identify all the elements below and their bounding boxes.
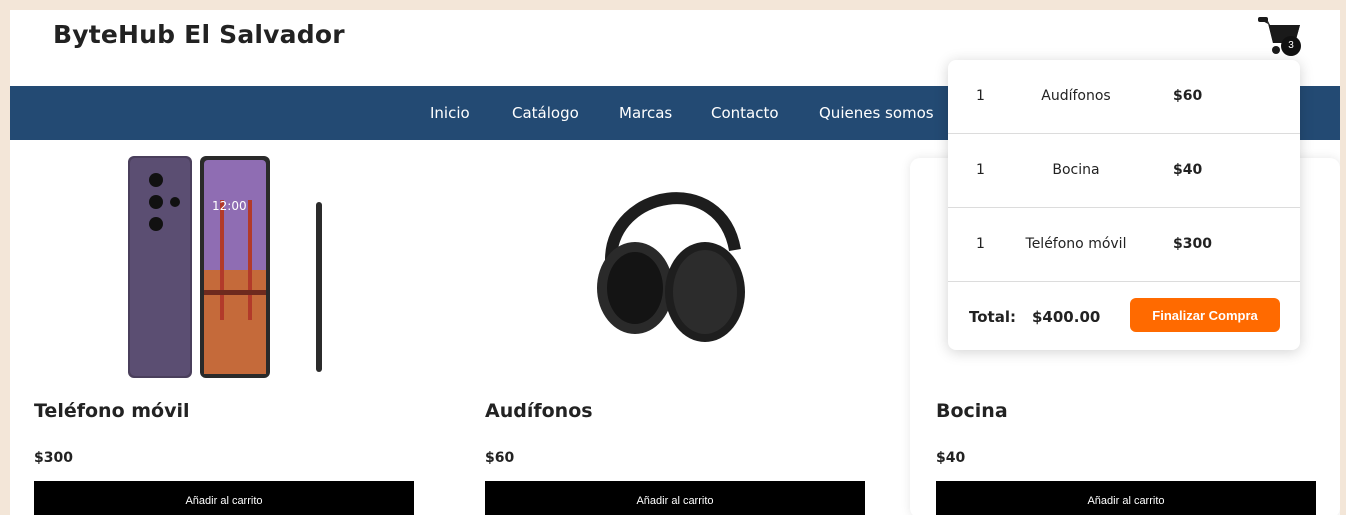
cart-button[interactable] bbox=[1255, 13, 1305, 61]
nav-marcas[interactable]: Marcas bbox=[619, 86, 672, 140]
cart-item-price: $40 bbox=[1173, 162, 1203, 178]
add-to-cart-button[interactable]: Añadir al carrito bbox=[34, 481, 414, 515]
cart-total-value: $400.00 bbox=[1032, 308, 1101, 326]
cart-item-name: Audífonos bbox=[1041, 88, 1111, 104]
nav-catalogo[interactable]: Catálogo bbox=[512, 86, 579, 140]
add-to-cart-button[interactable]: Añadir al carrito bbox=[485, 481, 865, 515]
cart-item-price: $300 bbox=[1173, 236, 1212, 252]
product-price: $300 bbox=[34, 450, 73, 466]
cart-item-qty: 1 bbox=[976, 88, 985, 104]
checkout-button[interactable]: Finalizar Compra bbox=[1130, 298, 1280, 332]
svg-text:12:00: 12:00 bbox=[212, 199, 247, 213]
product-price: $60 bbox=[485, 450, 515, 466]
cart-item-qty: 1 bbox=[976, 162, 985, 178]
product-name: Bocina bbox=[936, 400, 1008, 422]
cart-icon bbox=[1258, 17, 1300, 54]
cart-item-name: Teléfono móvil bbox=[1025, 236, 1127, 252]
cart-item-row: 1 Bocina $40 bbox=[948, 134, 1300, 208]
product-image-phone: 12:00 bbox=[34, 150, 414, 386]
product-image-headphones bbox=[485, 150, 865, 386]
brand-title: ByteHub El Salvador bbox=[53, 20, 345, 49]
cart-item-qty: 1 bbox=[976, 236, 985, 252]
product-name: Audífonos bbox=[485, 400, 593, 422]
cart-count-badge: 3 bbox=[1281, 36, 1301, 56]
product-name: Teléfono móvil bbox=[34, 400, 190, 422]
cart-total-label: Total: bbox=[969, 308, 1016, 326]
page: ByteHub El Salvador 3 Inicio Catálogo Ma… bbox=[10, 10, 1340, 515]
nav-inicio[interactable]: Inicio bbox=[430, 86, 470, 140]
cart-item-row: 1 Audífonos $60 bbox=[948, 60, 1300, 134]
cart-item-row: 1 Teléfono móvil $300 bbox=[948, 208, 1300, 282]
add-to-cart-button[interactable]: Añadir al carrito bbox=[936, 481, 1316, 515]
cart-dropdown: 1 Audífonos $60 1 Bocina $40 1 Teléfono … bbox=[948, 60, 1300, 350]
cart-item-name: Bocina bbox=[1052, 162, 1100, 178]
cart-item-price: $60 bbox=[1173, 88, 1203, 104]
nav-contacto[interactable]: Contacto bbox=[711, 86, 779, 140]
product-price: $40 bbox=[936, 450, 966, 466]
nav-quienes-somos[interactable]: Quienes somos bbox=[819, 86, 934, 140]
